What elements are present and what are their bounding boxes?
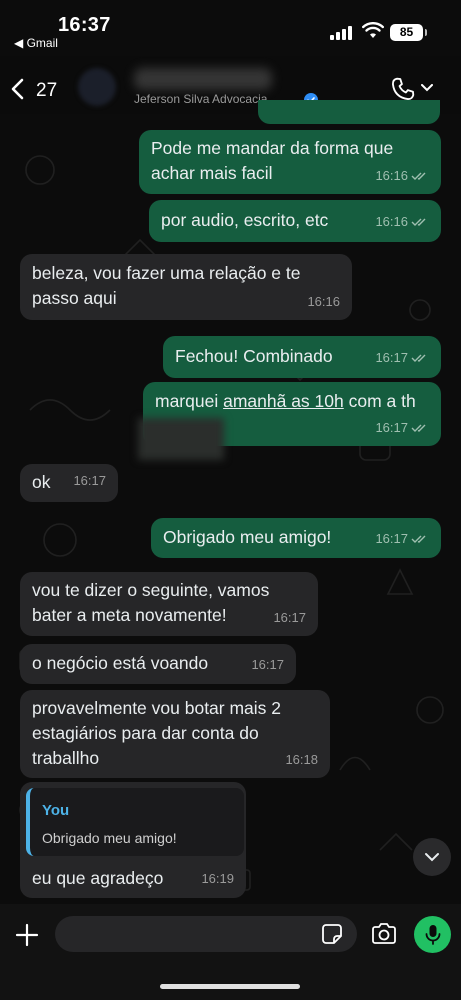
- message-text: beleza, vou fazer uma relação e te passo…: [32, 263, 301, 308]
- message-bubble-incoming[interactable]: provavelmente vou botar mais 2 estagiári…: [20, 690, 330, 778]
- message-bubble-outgoing[interactable]: Fechou! Combinado 16:17: [163, 336, 441, 378]
- quoted-message[interactable]: You Obrigado meu amigo!: [26, 788, 244, 856]
- message-time: 16:17: [375, 531, 408, 546]
- message-meta: 16:16: [375, 163, 429, 188]
- message-text-before: marquei: [155, 391, 224, 411]
- mic-button[interactable]: [414, 916, 451, 953]
- contact-name-redacted[interactable]: [134, 68, 272, 90]
- phone-icon[interactable]: [390, 76, 416, 102]
- message-bubble-outgoing[interactable]: Pode me mandar da forma que achar mais f…: [139, 130, 441, 194]
- message-bubble-partial[interactable]: [258, 100, 440, 124]
- message-time: 16:16: [307, 294, 340, 309]
- double-check-icon: [411, 354, 426, 362]
- chevron-down-icon[interactable]: [421, 84, 433, 92]
- double-check-icon: [411, 218, 426, 226]
- message-bubble-reply[interactable]: You Obrigado meu amigo! eu que agradeço …: [20, 782, 246, 898]
- message-bubble-incoming[interactable]: o negócio está voando 16:17: [20, 644, 296, 684]
- message-text: Fechou! Combinado: [175, 346, 333, 366]
- message-bubble-outgoing[interactable]: Obrigado meu amigo! 16:17: [151, 518, 441, 558]
- status-time: 16:37: [58, 14, 111, 36]
- message-bubble-outgoing[interactable]: por audio, escrito, etc 16:16: [149, 200, 441, 242]
- message-text: provavelmente vou botar mais 2 estagiári…: [32, 698, 282, 768]
- message-text: eu que agradeço: [32, 868, 164, 888]
- camera-icon[interactable]: [370, 922, 398, 946]
- message-meta: 16:17: [251, 652, 284, 677]
- cellular-signal-icon: [330, 26, 354, 40]
- message-bubble-incoming[interactable]: beleza, vou fazer uma relação e te passo…: [20, 254, 352, 320]
- message-time: 16:16: [375, 168, 408, 183]
- message-input[interactable]: [55, 916, 357, 952]
- wifi-icon: [362, 22, 384, 38]
- message-meta: 16:17: [375, 345, 429, 370]
- message-meta: 16:18: [285, 747, 318, 772]
- status-bar: 16:37 ◀ Gmail 85: [0, 0, 461, 56]
- message-time: 16:19: [201, 871, 234, 886]
- unread-count[interactable]: 27: [36, 80, 57, 102]
- message-meta: 16:17: [375, 526, 429, 551]
- message-text: por audio, escrito, etc: [161, 210, 329, 230]
- sticker-icon[interactable]: [320, 922, 344, 946]
- message-meta: 16:16: [375, 209, 429, 234]
- battery-indicator: 85: [390, 24, 427, 41]
- double-check-icon: [411, 424, 426, 432]
- plus-icon[interactable]: [14, 922, 40, 948]
- mic-icon: [425, 924, 440, 945]
- message-time: 16:18: [285, 752, 318, 767]
- message-time: 16:16: [375, 214, 408, 229]
- message-meta: 16:17: [273, 605, 306, 630]
- message-time: 16:17: [273, 610, 306, 625]
- message-time: 16:17: [251, 657, 284, 672]
- quoted-author: You: [42, 802, 70, 819]
- whatsapp-chat-screen: 16:37 ◀ Gmail 85 27 Jeferson Silva Advoc…: [0, 0, 461, 1000]
- message-bubble-incoming[interactable]: vou te dizer o seguinte, vamos bater a m…: [20, 572, 318, 636]
- message-bubble-incoming[interactable]: ok 16:17: [20, 464, 118, 502]
- double-check-icon: [411, 172, 426, 180]
- contact-subtitle: Jeferson Silva Advocacia: [134, 92, 268, 106]
- message-time: 16:17: [375, 350, 408, 365]
- message-time: 16:17: [375, 420, 408, 435]
- avatar[interactable]: [78, 68, 116, 106]
- message-meta: 16:17: [375, 415, 429, 440]
- back-to-app-link[interactable]: ◀ Gmail: [14, 36, 58, 50]
- message-meta: 16:19: [201, 866, 234, 891]
- back-chevron-icon[interactable]: [10, 78, 26, 100]
- message-time: 16:17: [73, 473, 106, 488]
- quoted-text: Obrigado meu amigo!: [42, 830, 177, 846]
- message-text: vou te dizer o seguinte, vamos bater a m…: [32, 580, 270, 625]
- message-meta: 16:16: [307, 289, 340, 314]
- message-text: Obrigado meu amigo!: [163, 527, 332, 547]
- message-text: o negócio está voando: [32, 653, 209, 673]
- date-link[interactable]: amanhã as 10h: [223, 391, 344, 411]
- message-text-after: com a th: [343, 391, 416, 411]
- message-text: ok: [32, 472, 51, 492]
- message-text: Pode me mandar da forma que achar mais f…: [151, 138, 394, 183]
- home-indicator: [160, 984, 300, 989]
- message-meta: 16:17: [73, 468, 106, 493]
- double-check-icon: [411, 535, 426, 543]
- redaction-blur: [138, 418, 224, 460]
- chevron-down-icon: [425, 853, 439, 862]
- scroll-to-bottom-button[interactable]: [413, 838, 451, 876]
